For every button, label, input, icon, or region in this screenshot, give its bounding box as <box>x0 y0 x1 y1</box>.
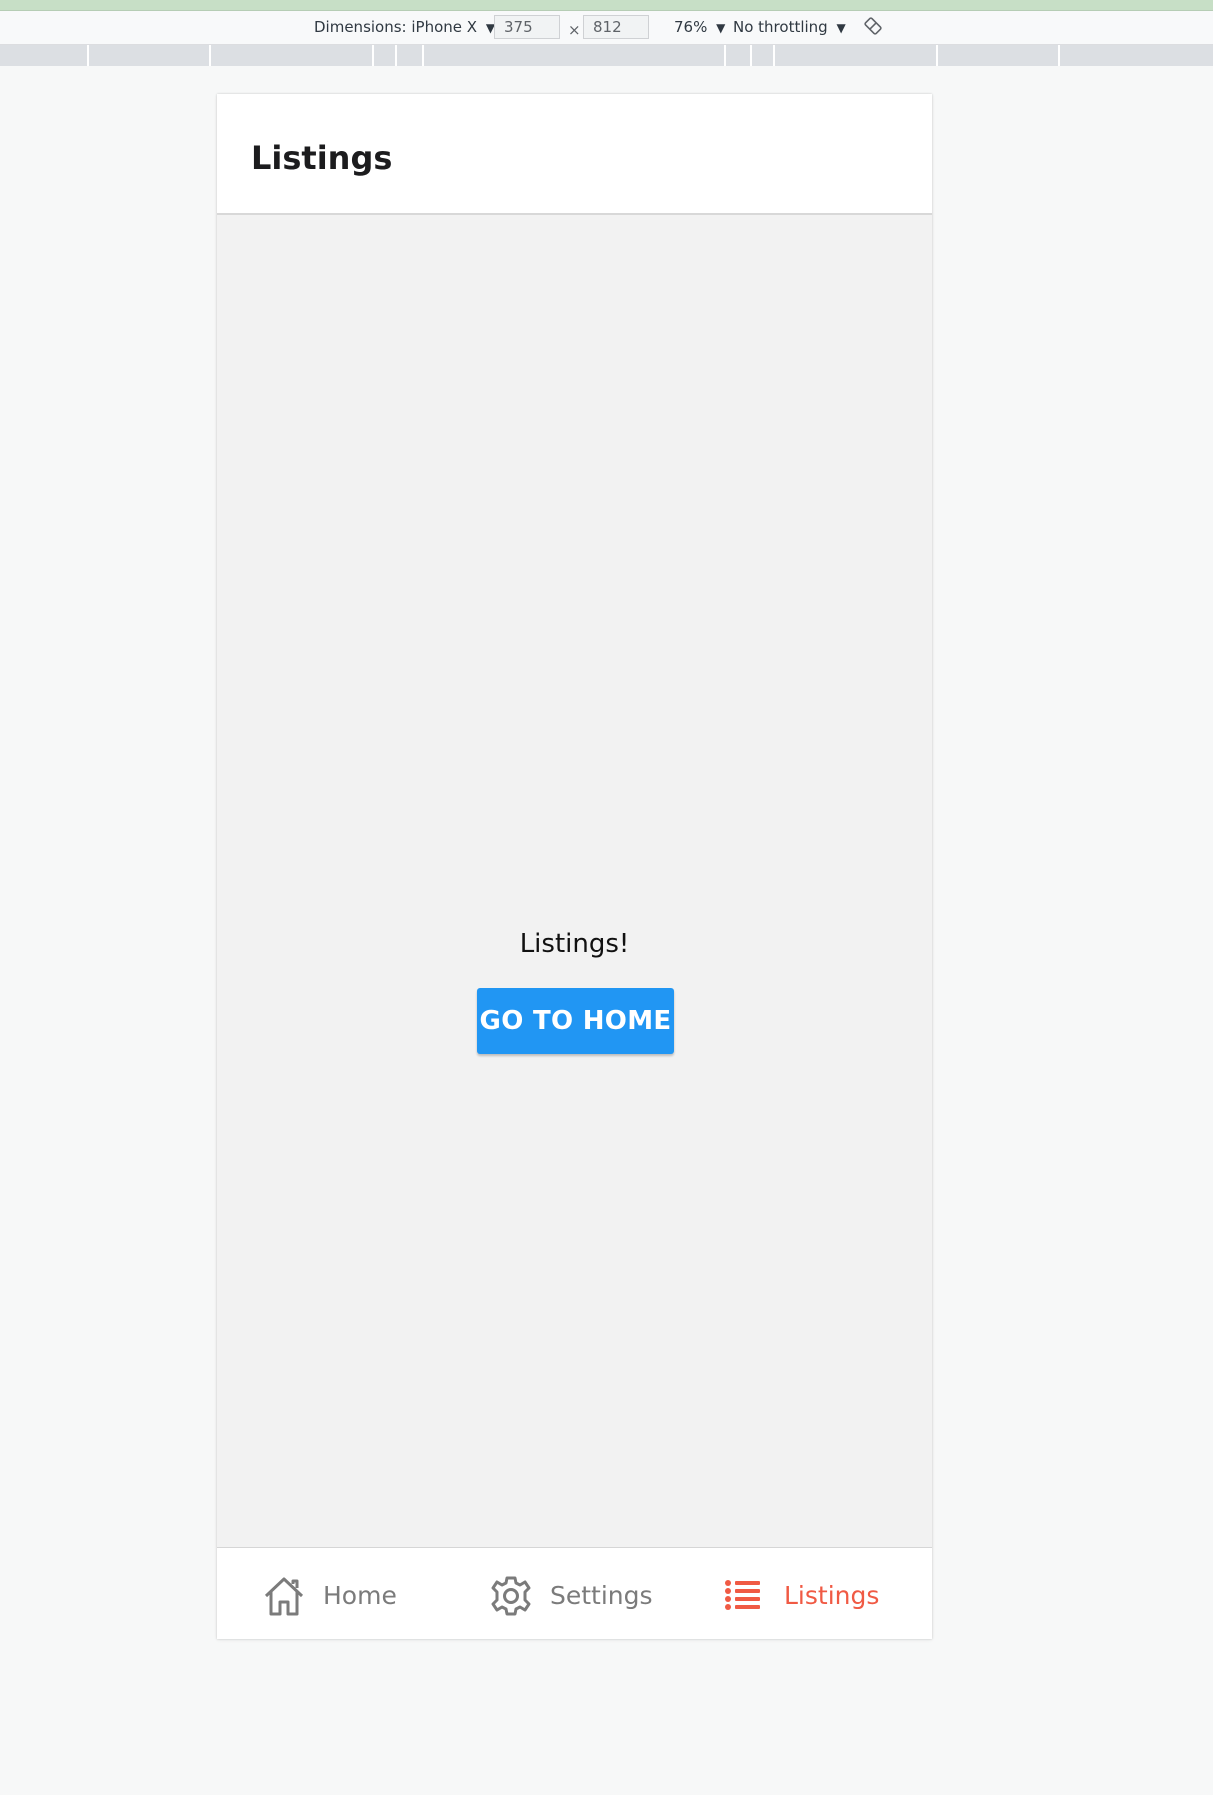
device-dropdown[interactable]: Dimensions: iPhone X ▼ <box>314 18 495 38</box>
tab-home[interactable]: Home <box>262 1548 462 1639</box>
height-input[interactable]: 812 <box>583 15 649 39</box>
page-title: Listings <box>251 139 393 177</box>
tab-listings[interactable]: Listings <box>722 1548 922 1639</box>
home-icon <box>264 1577 304 1616</box>
ruler-tick <box>773 45 775 66</box>
tab-label: Listings <box>784 1581 880 1610</box>
go-to-home-button[interactable]: GO TO HOME <box>477 988 674 1054</box>
dimension-separator: × <box>568 21 581 39</box>
media-query-ruler <box>0 45 1213 66</box>
ruler-tick <box>87 45 89 66</box>
tab-label: Home <box>323 1581 397 1610</box>
throttling-dropdown[interactable]: No throttling ▼ <box>733 18 846 38</box>
ruler-tick <box>1058 45 1060 66</box>
zoom-label: 76% <box>674 18 708 36</box>
browser-top-strip <box>0 0 1213 11</box>
ruler-tick <box>395 45 397 66</box>
bottom-tab-bar: Home Settings Listings <box>217 1547 932 1639</box>
chevron-down-icon: ▼ <box>716 21 726 35</box>
ruler-tick <box>750 45 752 66</box>
rotate-icon[interactable] <box>863 16 883 36</box>
width-input[interactable]: 375 <box>494 15 560 39</box>
app-header: Listings <box>217 94 932 215</box>
throttling-label: No throttling <box>733 18 828 36</box>
ruler-tick <box>422 45 424 66</box>
list-icon <box>725 1580 760 1610</box>
gear-icon <box>491 1576 531 1616</box>
device-viewport: Listings Listings! GO TO HOME Home Setti… <box>217 94 932 1639</box>
ruler-tick <box>209 45 211 66</box>
tab-settings[interactable]: Settings <box>489 1548 709 1639</box>
ruler-tick <box>372 45 374 66</box>
chevron-down-icon: ▼ <box>836 21 846 35</box>
screen-message: Listings! <box>519 929 630 959</box>
ruler-tick <box>936 45 938 66</box>
device-toolbar: Dimensions: iPhone X ▼ 375 × 812 76% ▼ N… <box>0 11 1213 45</box>
screen-content: Listings! GO TO HOME <box>217 215 932 1541</box>
zoom-dropdown[interactable]: 76% ▼ <box>674 18 725 38</box>
device-dropdown-label: Dimensions: iPhone X <box>314 18 478 36</box>
ruler-tick <box>724 45 726 66</box>
tab-label: Settings <box>550 1581 653 1610</box>
